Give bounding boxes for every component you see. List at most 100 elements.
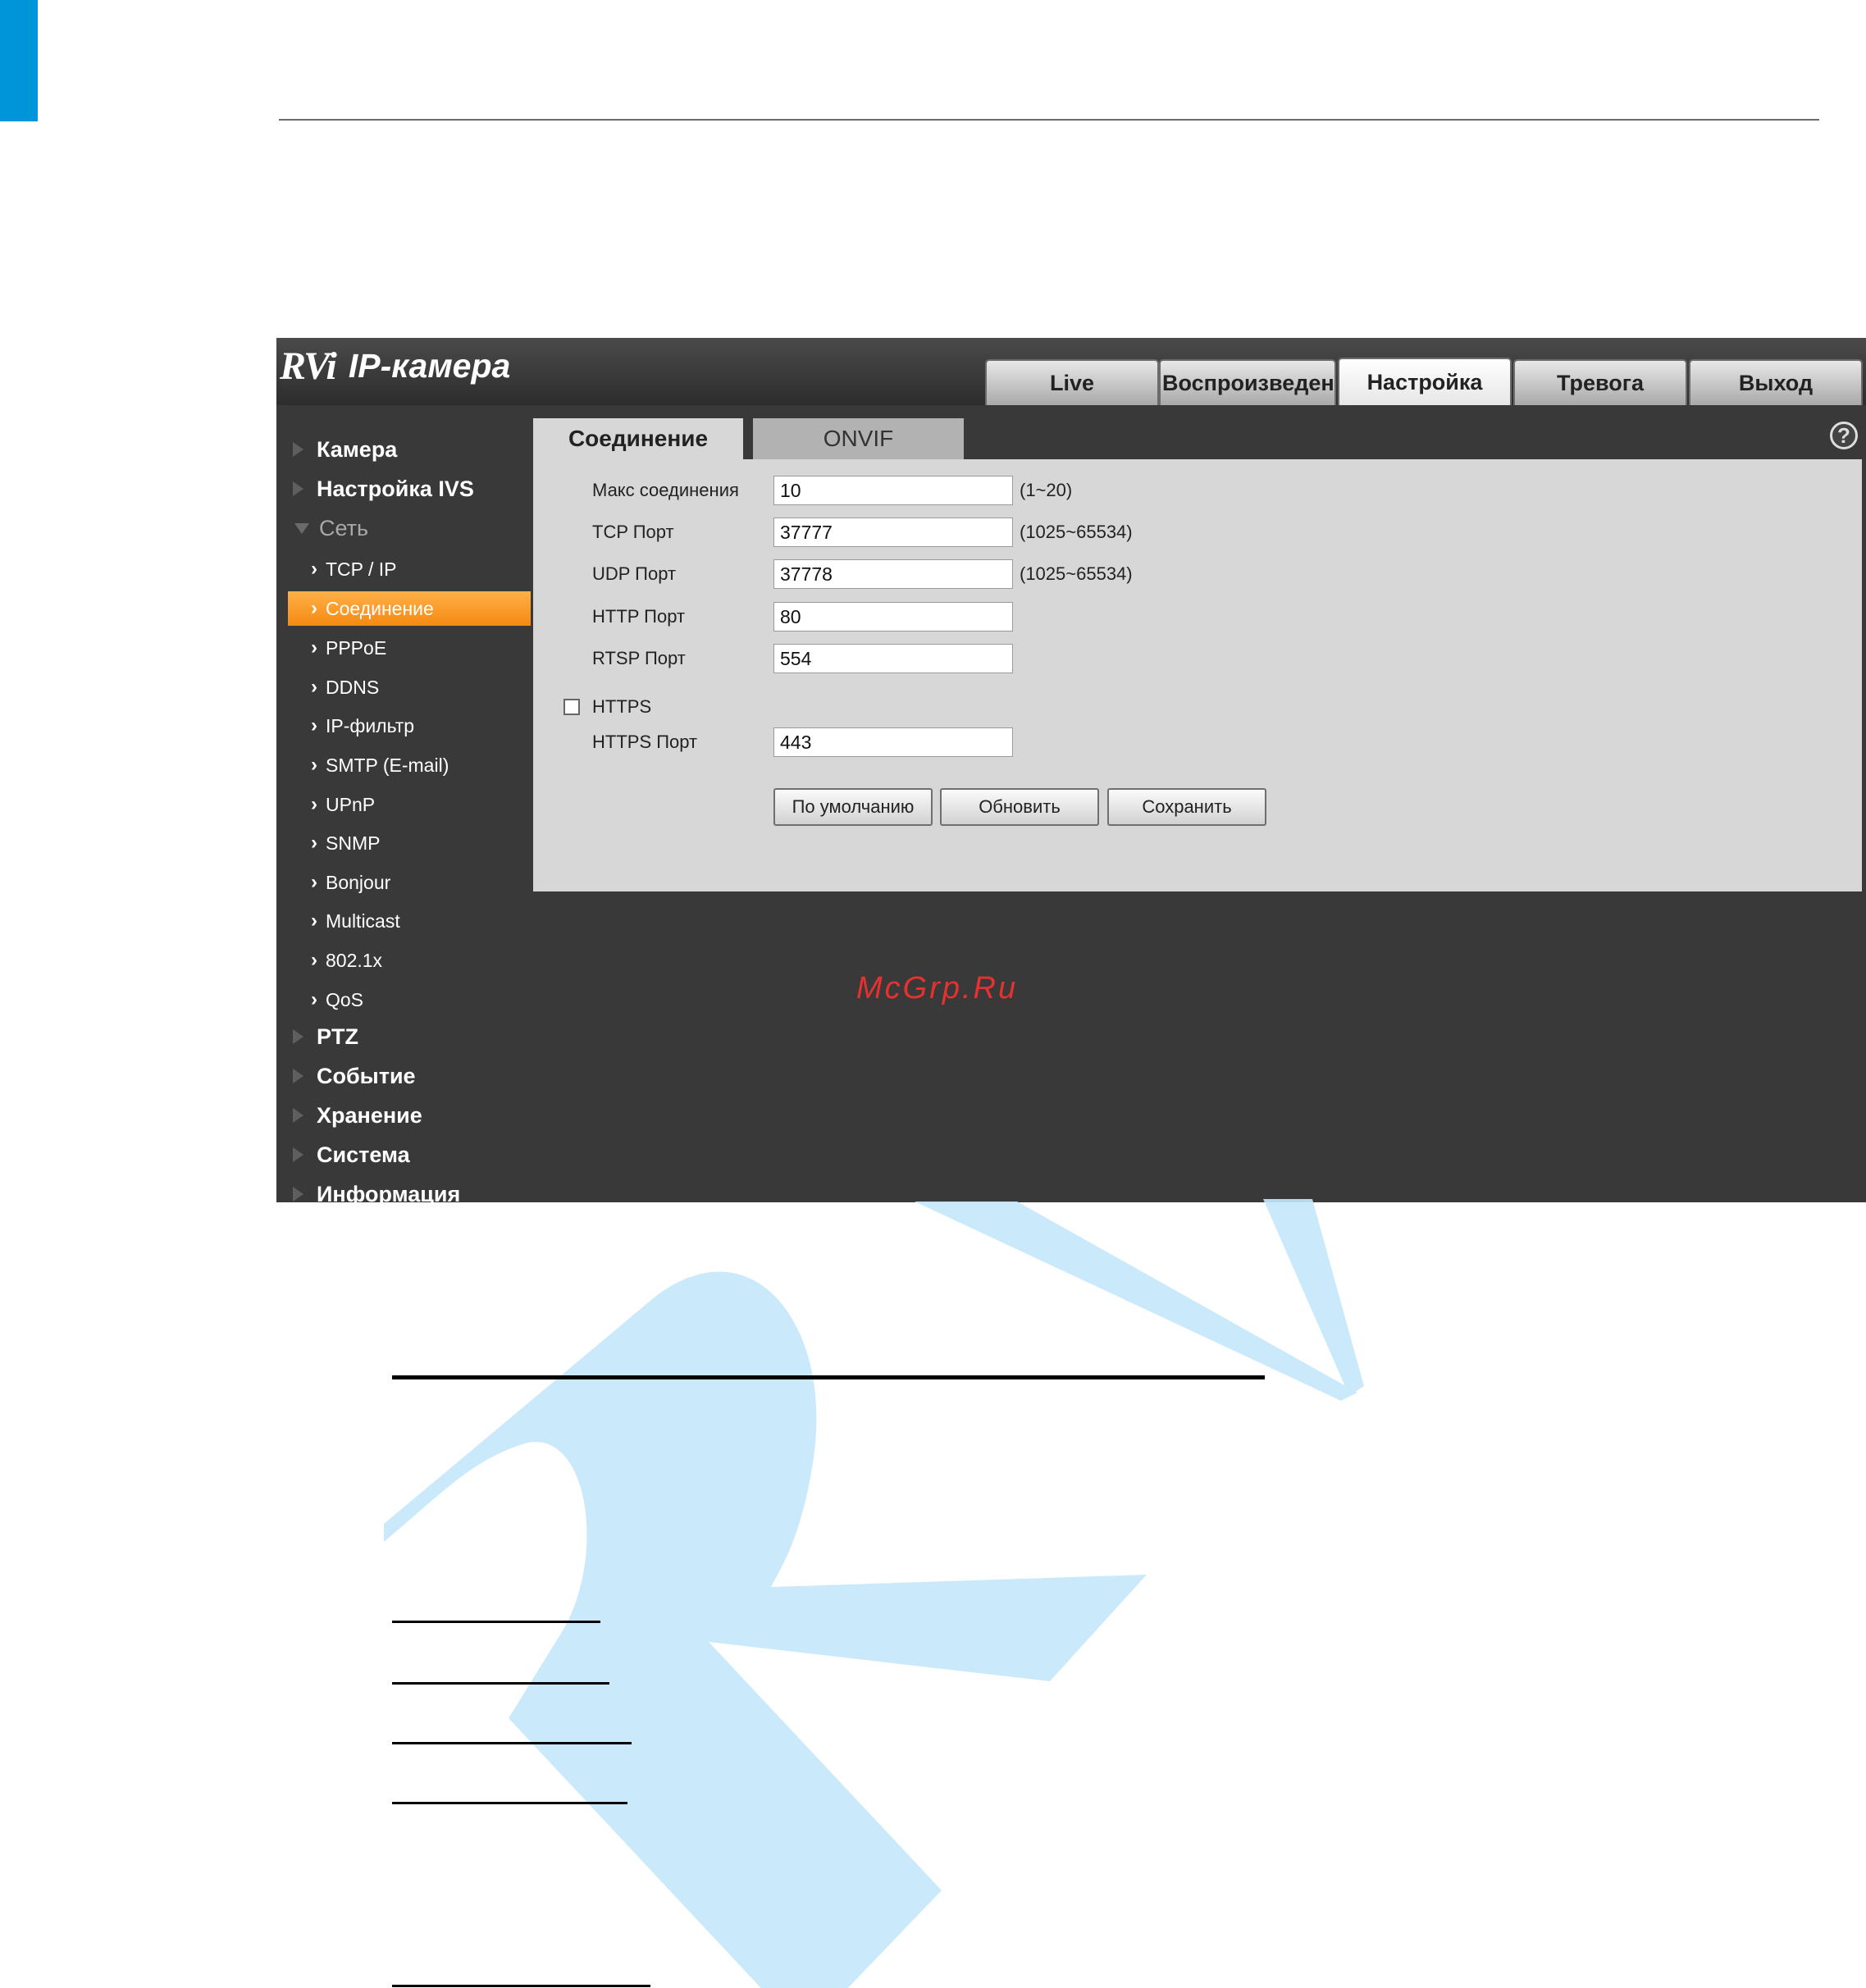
sidebar-item-info[interactable]: Информация (293, 1178, 460, 1202)
sidebar-item-camera[interactable]: Камера (293, 433, 397, 466)
sidebar-item-smtp[interactable]: › SMTP (E-mail) (288, 748, 531, 782)
max-connections-range: (1~20) (1020, 480, 1073, 500)
subtab-bar: Соединение ONVIF ? (532, 418, 1866, 459)
udp-port-label: UDP Порт (592, 563, 677, 584)
mcgrp-watermark: McGrp.Ru (856, 971, 1019, 1005)
tcp-port-label: TCP Порт (592, 522, 674, 542)
sidebar-item-label: PTZ (317, 1024, 358, 1049)
help-icon[interactable]: ? (1830, 422, 1858, 449)
http-port-input[interactable]: 80 (773, 602, 1013, 632)
https-checkbox[interactable] (563, 699, 580, 715)
triangle-right-icon (293, 1108, 303, 1123)
sidebar-item-ip-filter[interactable]: › IP-фильтр (288, 709, 531, 743)
sidebar-item-connection[interactable]: › Соединение (288, 591, 531, 626)
logo-brand: RVi (280, 344, 337, 388)
sidebar-item-8021x[interactable]: › 802.1x (288, 943, 531, 978)
sidebar-item-label: UPnP (326, 793, 376, 815)
header-rule (279, 119, 1819, 121)
sidebar-item-system[interactable]: Система (293, 1138, 410, 1171)
chevron-right-icon: › (311, 910, 317, 932)
https-port-input[interactable]: 443 (773, 727, 1013, 757)
sidebar-item-label: IP-фильтр (326, 714, 415, 736)
sidebar-item-label: PPPoE (326, 636, 387, 659)
sidebar-item-ivs[interactable]: Настройка IVS (293, 472, 474, 505)
triangle-right-icon (293, 442, 303, 457)
sidebar-item-snmp[interactable]: › SNMP (288, 826, 531, 860)
chevron-right-icon: › (311, 676, 317, 698)
chevron-right-icon: › (311, 597, 317, 619)
tab-connection[interactable]: Соединение (533, 418, 743, 459)
save-button[interactable]: Сохранить (1107, 788, 1266, 826)
sidebar-item-label: Bonjour (326, 871, 391, 893)
sidebar-item-ptz[interactable]: PTZ (293, 1020, 358, 1053)
triangle-down-icon (294, 522, 309, 534)
camera-web-ui: RVi IP-камера Live Воспроизведение Настр… (276, 338, 1866, 1202)
doc-rule (392, 1375, 1265, 1379)
triangle-right-icon (293, 1187, 303, 1201)
sidebar-item-event[interactable]: Событие (293, 1060, 416, 1092)
rtsp-port-label: RTSP Порт (592, 648, 686, 668)
sidebar-item-label: Система (317, 1142, 410, 1167)
sidebar-item-label: SNMP (326, 832, 381, 854)
sidebar-item-bonjour[interactable]: › Bonjour (288, 865, 531, 900)
sidebar-item-network[interactable]: Сеть (293, 512, 368, 545)
chevron-right-icon: › (311, 754, 317, 776)
chevron-right-icon: › (311, 988, 317, 1010)
sidebar-item-label: Событие (317, 1063, 416, 1088)
chevron-right-icon: › (311, 871, 317, 893)
sidebar-item-label: 802.1x (326, 949, 383, 971)
doc-rule (392, 1802, 627, 1804)
default-button[interactable]: По умолчанию (773, 788, 933, 826)
udp-port-range: (1025~65534) (1020, 563, 1133, 584)
triangle-right-icon (293, 1029, 303, 1044)
sidebar-item-pppoe[interactable]: › PPPoE (288, 631, 531, 665)
refresh-button[interactable]: Обновить (940, 788, 1099, 826)
tcp-port-range: (1025~65534) (1020, 522, 1133, 542)
chevron-right-icon: › (311, 793, 317, 815)
sidebar-item-storage[interactable]: Хранение (293, 1099, 422, 1132)
chevron-right-icon: › (311, 636, 317, 659)
tab-logout[interactable]: Выход (1689, 359, 1863, 405)
max-connections-label: Макс соединения (592, 480, 739, 500)
tab-onvif[interactable]: ONVIF (753, 418, 964, 459)
sidebar-item-label: DDNS (326, 676, 380, 698)
triangle-right-icon (293, 1069, 303, 1083)
tab-settings[interactable]: Настройка (1338, 358, 1512, 405)
rtsp-port-input[interactable]: 554 (773, 644, 1013, 673)
udp-port-input[interactable]: 37778 (773, 559, 1013, 589)
sidebar-item-tcpip[interactable]: › TCP / IP (288, 552, 531, 586)
doc-rule (392, 1742, 632, 1744)
sidebar-item-label: Сеть (319, 515, 369, 540)
sidebar-item-upnp[interactable]: › UPnP (288, 787, 531, 822)
sidebar-item-label: Хранение (317, 1102, 422, 1128)
tab-playback[interactable]: Воспроизведение (1159, 359, 1336, 405)
http-port-label: HTTP Порт (592, 606, 686, 627)
triangle-right-icon (293, 1147, 303, 1162)
sidebar-item-multicast[interactable]: › Multicast (288, 904, 531, 938)
tab-live[interactable]: Live (985, 359, 1159, 405)
sidebar-item-label: Настройка IVS (317, 476, 474, 501)
sidebar-item-label: Камера (317, 436, 398, 462)
sidebar-item-label: SMTP (E-mail) (326, 754, 449, 776)
connection-settings-panel: Макс соединения 10 (1~20) TCP Порт 37777… (533, 459, 1862, 891)
sidebar-item-label: Информация (317, 1181, 461, 1203)
doc-rule (392, 1682, 609, 1685)
doc-rule (392, 1621, 600, 1623)
sidebar-item-label: Соединение (326, 597, 434, 619)
app-title: IP-камера (348, 346, 511, 385)
tcp-port-input[interactable]: 37777 (773, 518, 1013, 547)
tab-alarm[interactable]: Тревога (1513, 359, 1687, 405)
sidebar-item-label: TCP / IP (326, 558, 397, 580)
chevron-right-icon: › (311, 949, 317, 971)
logo: RVi IP-камера (280, 341, 510, 390)
chevron-right-icon: › (311, 832, 317, 854)
chevron-right-icon: › (311, 558, 317, 580)
triangle-right-icon (293, 481, 303, 496)
sidebar: Камера Настройка IVS Сеть › TCP / IP › Сое… (276, 405, 532, 1202)
sidebar-item-label: QoS (326, 988, 364, 1010)
chevron-right-icon: › (311, 714, 317, 736)
sidebar-item-label: Multicast (326, 910, 400, 932)
max-connections-input[interactable]: 10 (773, 476, 1013, 505)
sidebar-item-ddns[interactable]: › DDNS (288, 670, 531, 704)
sidebar-item-qos[interactable]: › QoS (288, 983, 531, 1017)
